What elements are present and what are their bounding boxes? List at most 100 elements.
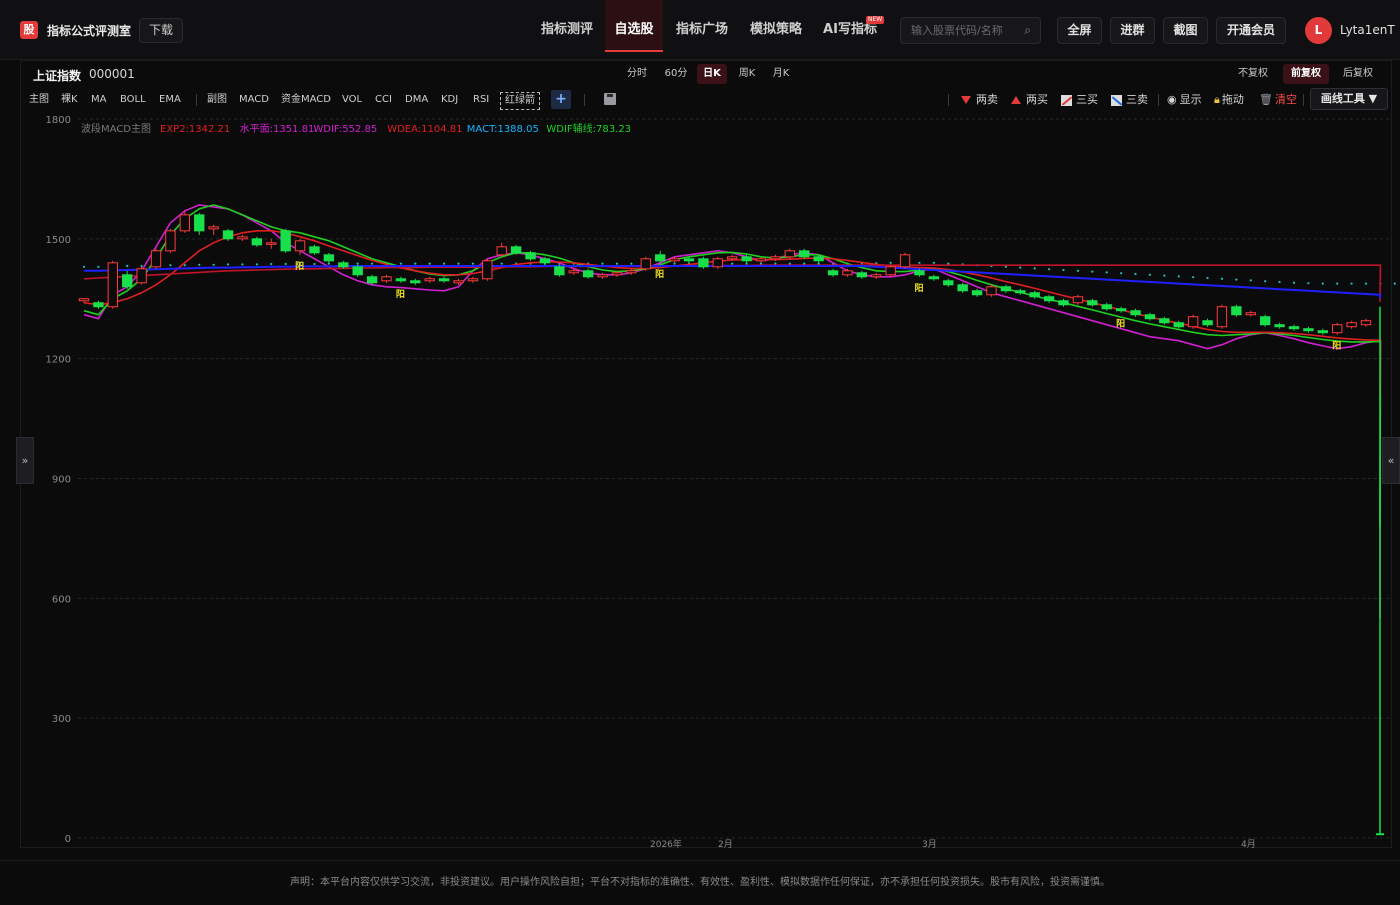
right-collapse-handle[interactable]: « xyxy=(1382,437,1400,484)
indicator-macd[interactable]: MACD xyxy=(239,92,269,108)
mact-dot xyxy=(82,265,86,268)
candle-body xyxy=(1303,328,1314,332)
candle-body xyxy=(525,252,536,260)
mact-dot xyxy=(615,262,619,265)
candle-body xyxy=(1072,296,1084,304)
candle-body xyxy=(179,214,191,232)
mact-dot xyxy=(630,262,633,265)
candle-body xyxy=(842,270,853,276)
show-toggle[interactable]: ◉ 显示 xyxy=(1167,92,1202,108)
nav-watchlist[interactable]: 自选股 xyxy=(605,0,663,52)
left-collapse-handle[interactable]: » xyxy=(16,437,34,484)
signal-buy2[interactable]: 两买 xyxy=(1011,92,1048,108)
avatar[interactable]: L xyxy=(1305,17,1332,44)
sell-triangle-icon xyxy=(961,96,971,104)
candle-body xyxy=(727,256,738,260)
legend-item: WDIF:552.85 xyxy=(313,124,377,135)
save-icon[interactable] xyxy=(604,93,616,105)
indicator-bare-k[interactable]: 裸K xyxy=(61,92,78,108)
adjust-forward[interactable]: 前复权 xyxy=(1283,64,1329,84)
mact-dot xyxy=(1336,282,1339,285)
signal-buy3[interactable]: 三买 xyxy=(1061,92,1098,108)
kline-chart[interactable]: 1800 1500 1200 900 600 300 0 2026年 2月 3月 4月 波段MACD主… xyxy=(0,112,1400,848)
indicator-ma[interactable]: MA xyxy=(91,92,106,108)
signal-sell2-label: 两卖 xyxy=(976,93,998,106)
indicator-rsi[interactable]: RSI xyxy=(473,92,489,108)
mact-dot xyxy=(788,262,791,265)
candle-body xyxy=(1029,292,1040,298)
indicator-red-green-arrow[interactable]: 红绿箭 xyxy=(500,92,540,110)
mact-dot xyxy=(399,262,402,265)
stock-name: 上证指数 xyxy=(33,69,82,83)
mact-dot xyxy=(1393,282,1396,285)
candle-body xyxy=(208,226,219,230)
indicator-cci[interactable]: CCI xyxy=(375,92,392,108)
candle-body xyxy=(1274,324,1285,328)
indicator-fund-macd[interactable]: 资金MACD xyxy=(281,92,331,108)
nav-ai-indicator[interactable]: AI写指标 xyxy=(814,0,886,52)
mact-dot xyxy=(932,261,935,264)
mact-dot xyxy=(673,262,676,265)
adjust-backward[interactable]: 后复权 xyxy=(1338,64,1378,84)
indicator-sub[interactable]: 副图 xyxy=(207,92,227,108)
period-timeshare[interactable]: 分时 xyxy=(622,64,652,84)
candle-body xyxy=(294,240,306,252)
candle-body xyxy=(770,256,781,260)
period-60min[interactable]: 60分 xyxy=(660,64,692,84)
brand-name[interactable]: 指标公式评测室 xyxy=(47,22,131,39)
indicator-ema[interactable]: EMA xyxy=(159,92,181,108)
candle-body xyxy=(1115,308,1127,312)
period-weekly[interactable]: 周K xyxy=(733,64,761,84)
mact-dot xyxy=(270,262,273,266)
toolbar-divider xyxy=(1303,94,1304,106)
signal-buy3-label: 三买 xyxy=(1076,93,1098,106)
indicator-boll[interactable]: BOLL xyxy=(120,92,146,108)
nav-indicator-review[interactable]: 指标测评 xyxy=(531,0,603,52)
add-indicator-button[interactable]: + xyxy=(551,90,571,109)
mact-dot xyxy=(1235,278,1238,281)
candle-body xyxy=(251,238,263,246)
signal-sell2[interactable]: 两卖 xyxy=(961,92,998,108)
adjust-none[interactable]: 不复权 xyxy=(1233,64,1273,84)
nav-sim-strategy[interactable]: 模拟策略 xyxy=(740,0,812,52)
candle-body xyxy=(813,256,824,262)
mact-dot xyxy=(327,262,330,265)
app-logo: 股 xyxy=(20,21,38,39)
mact-dot xyxy=(774,262,777,265)
draw-tools-dropdown[interactable]: 画线工具 ▼ xyxy=(1310,88,1388,110)
indicator-dma[interactable]: DMA xyxy=(405,92,428,108)
vip-button[interactable]: 开通会员 xyxy=(1216,17,1286,44)
new-badge: NEW xyxy=(866,16,885,24)
indicator-kdj[interactable]: KDJ xyxy=(441,92,458,108)
clear-button[interactable]: 🗑︎ 清空 xyxy=(1259,92,1297,108)
mact-dot xyxy=(731,262,734,265)
candle-body xyxy=(582,270,594,278)
mact-dot xyxy=(284,262,287,266)
join-group-button[interactable]: 进群 xyxy=(1110,17,1155,44)
indicator-main[interactable]: 主图 xyxy=(29,92,49,108)
candle-body xyxy=(237,236,248,240)
drag-toggle[interactable]: 🔒︎ 拖动 xyxy=(1214,92,1244,108)
candle-body xyxy=(827,270,839,276)
nav-indicator-square[interactable]: 指标广场 xyxy=(666,0,738,52)
mact-dot xyxy=(601,262,604,265)
username[interactable]: Lyta1enT xyxy=(1340,23,1395,37)
fullscreen-button[interactable]: 全屏 xyxy=(1057,17,1102,44)
period-daily[interactable]: 日K xyxy=(697,64,727,84)
period-monthly[interactable]: 月K xyxy=(767,64,795,84)
signal-sell3[interactable]: 三卖 xyxy=(1111,92,1148,108)
candle-body xyxy=(438,278,450,282)
eye-icon: ◉ xyxy=(1167,93,1177,106)
mact-dot xyxy=(1105,271,1108,274)
mact-dot xyxy=(255,263,258,266)
search-icon[interactable]: ⌕ xyxy=(1024,23,1031,38)
mact-dot xyxy=(356,262,359,265)
indicator-vol[interactable]: VOL xyxy=(342,92,362,108)
mact-dot xyxy=(500,262,503,265)
search-input[interactable] xyxy=(901,18,1013,43)
candle-body xyxy=(352,266,363,276)
screenshot-button[interactable]: 截图 xyxy=(1163,17,1208,44)
y-tick-label: 1800 xyxy=(46,115,71,126)
stock-search[interactable]: ⌕ xyxy=(900,17,1041,44)
download-button[interactable]: 下载 xyxy=(139,18,183,43)
